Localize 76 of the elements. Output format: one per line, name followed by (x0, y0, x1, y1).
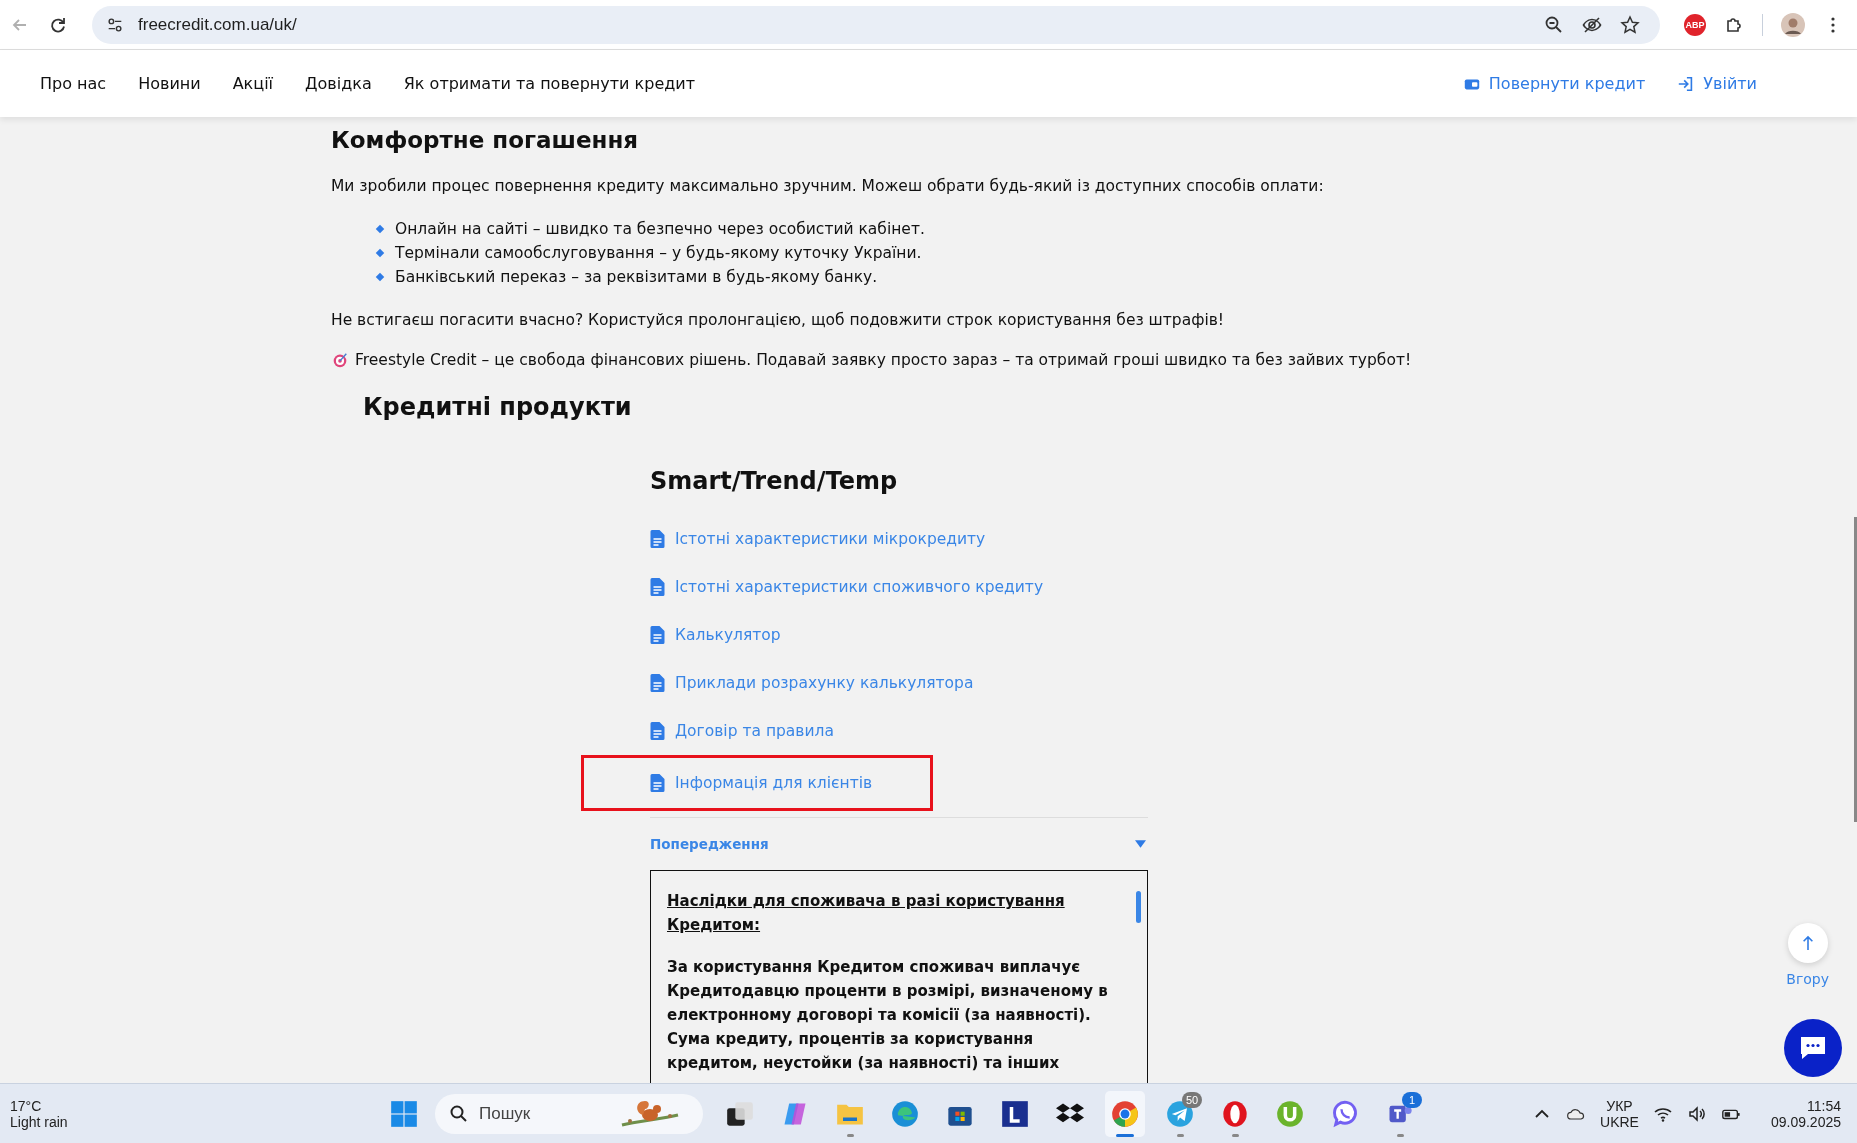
running-indicator (1396, 1133, 1404, 1137)
note-paragraph: Не встигаєш погасити вчасно? Користуйся пролонгацією, щоб подовжити строк користування без штрафів! (331, 311, 1226, 329)
document-link[interactable]: Істотні характеристики споживчого кредиту (675, 578, 1044, 596)
viber-icon (1331, 1099, 1359, 1128)
products-heading: Кредитні продукти (363, 393, 633, 421)
zoom-out-icon[interactable] (1544, 14, 1564, 35)
weather-temperature[interactable]: 17°C (10, 1097, 210, 1114)
opera-icon (1221, 1099, 1249, 1128)
adblock-extension-button[interactable]: ABP (1684, 13, 1706, 36)
document-link[interactable]: Калькулятор (675, 626, 781, 644)
warning-heading: Наслідки для споживача в разі користування Кредитом: (667, 891, 1066, 936)
nav-link[interactable]: Акції (232, 74, 274, 93)
document-link[interactable]: Приклади розрахунку калькулятора (675, 674, 974, 692)
taskbar-app-button[interactable]: 1 (1380, 1090, 1420, 1137)
search-icon (449, 1103, 469, 1124)
list-item: Онлайн на сайті – швидко та безпечно через особистий кабінет. (395, 219, 925, 240)
clock[interactable]: 11:54 09.09.2025 (1770, 1097, 1841, 1130)
taskbar-app-button[interactable]: 50 (1160, 1090, 1200, 1137)
bullet-icon (375, 224, 385, 234)
document-link[interactable]: Договір та правила (675, 722, 834, 740)
document-icon (650, 530, 665, 548)
speaker-icon[interactable] (1686, 1103, 1707, 1124)
list-item: Термінали самообслуговування – у будь-якому куточку України. (395, 243, 922, 264)
nav-link[interactable]: Довідка (305, 74, 372, 93)
edge-icon (891, 1099, 919, 1128)
scrollbar-thumb[interactable] (1136, 891, 1141, 923)
target-icon (331, 351, 349, 369)
promo-paragraph: Freestyle Credit – це свобода фінансових рішень. Подавай заявку просто зараз – та отримай гроші швидко та без зайвих турбот! (355, 351, 1412, 369)
warning-text: За користування Кредитом споживач виплачує Кредитодавцю проценти в розмірі, визначеному в електронному договорі та комісії (за наявності). Сума кредиту, процентів за користування кредитом, неустойки (за наявності) та інших (667, 957, 1109, 1074)
address-bar[interactable]: freecredit.com.ua/uk/ (92, 5, 1660, 44)
arrow-up-icon (1800, 933, 1815, 953)
running-indicator (846, 1133, 854, 1137)
star-icon[interactable] (1620, 14, 1640, 35)
header-link[interactable]: Увійти (1677, 74, 1757, 93)
document-icon (650, 722, 665, 740)
nav-link[interactable]: Про нас (40, 74, 107, 93)
avatar-icon[interactable] (1781, 12, 1805, 37)
scroll-top-label[interactable]: Вгору (1786, 971, 1829, 987)
intro-paragraph: Ми зробили процес повернення кредиту максимально зручним. Можеш обрати будь-який із доступних способів оплати: (331, 177, 1325, 195)
scroll-top-button[interactable] (1787, 923, 1828, 963)
url-text: freecredit.com.ua/uk/ (138, 14, 297, 35)
notification-badge: 50 (1182, 1091, 1202, 1108)
torrent-icon (1276, 1099, 1304, 1128)
squirrel-icon (619, 1098, 681, 1129)
running-indicator (1116, 1133, 1134, 1137)
document-icon (650, 626, 665, 644)
bullet-icon (375, 248, 385, 258)
list-item: Банківський переказ – за реквізитами в будь-якому банку. (395, 267, 878, 288)
chrome-icon (1111, 1099, 1139, 1128)
language-indicator[interactable]: УКР UKRE (1600, 1097, 1639, 1130)
weather-condition[interactable]: Light rain (10, 1113, 210, 1130)
letter-icon (1001, 1099, 1029, 1128)
windows-start-icon[interactable] (390, 1099, 418, 1128)
document-icon (650, 774, 665, 792)
document-icon (650, 674, 665, 692)
notification-badge: 1 (1402, 1091, 1422, 1108)
running-indicator (1176, 1133, 1184, 1137)
document-link[interactable]: Істотні характеристики мікрокредиту (675, 530, 986, 548)
chat-button[interactable] (1784, 1019, 1842, 1077)
header-link[interactable]: Повернути кредит (1462, 74, 1646, 93)
bullet-icon (375, 272, 385, 282)
taskbar-search-field[interactable]: Пошук (435, 1093, 703, 1134)
nav-link[interactable]: Новини (138, 74, 201, 93)
document-icon (650, 578, 665, 596)
chat-bubble-icon (1799, 1035, 1827, 1061)
search-input[interactable]: Пошук (477, 1102, 611, 1125)
warning-accordion[interactable]: Попередження (650, 818, 1148, 870)
page-scrollbar-thumb[interactable] (1854, 517, 1857, 822)
section-heading: Комфортне погашення (331, 127, 640, 153)
running-indicator (1231, 1133, 1239, 1137)
product-group-heading: Smart/Trend/Temp (650, 467, 899, 495)
nav-link[interactable]: Як отримати та повернути кредит (403, 74, 695, 93)
taskview-icon (726, 1099, 754, 1128)
document-link[interactable]: Інформація для клієнтів (675, 774, 873, 792)
eye-off-icon[interactable] (1582, 14, 1602, 35)
site-settings-icon[interactable] (106, 15, 124, 34)
